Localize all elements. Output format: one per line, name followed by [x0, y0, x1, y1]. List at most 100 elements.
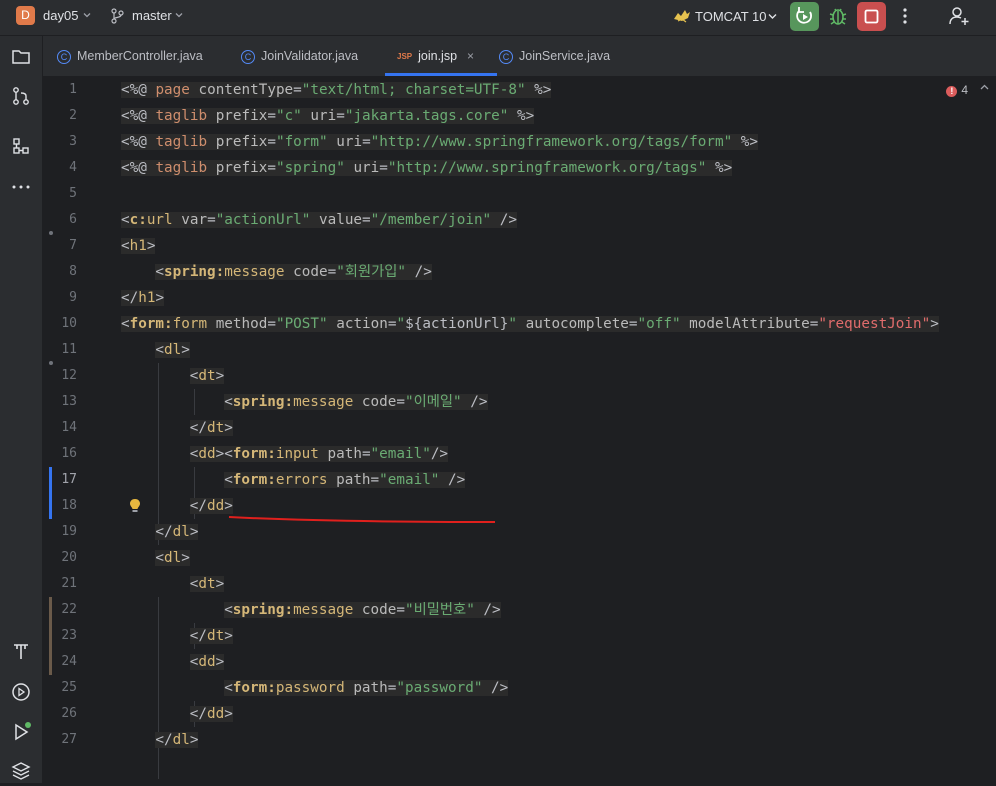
code-token: dt: [207, 420, 225, 436]
project-badge[interactable]: D: [16, 6, 35, 25]
code-line[interactable]: <%@ taglib prefix="c" uri="jakarta.tags.…: [121, 103, 535, 129]
code-line[interactable]: <%@ taglib prefix="form" uri="http://www…: [121, 129, 759, 155]
close-icon[interactable]: ×: [467, 49, 474, 63]
code-token: dd: [207, 706, 225, 722]
code-line[interactable]: </dt>: [189, 415, 233, 441]
line-number[interactable]: 20: [43, 550, 77, 565]
line-number[interactable]: 21: [43, 576, 77, 591]
code-token: <: [155, 264, 164, 280]
line-number[interactable]: 12: [43, 368, 77, 383]
code-token: "off": [637, 316, 681, 332]
code-line[interactable]: <c:url var="actionUrl" value="/member/jo…: [121, 207, 517, 233]
tab-joinservice[interactable]: C JoinService.java: [499, 36, 610, 76]
line-number[interactable]: 5: [43, 186, 77, 201]
tab-membercontroller[interactable]: C MemberController.java: [57, 36, 203, 76]
services-icon[interactable]: [10, 681, 32, 703]
code-editor[interactable]: ! 4 1 2 3 4 5 6 7 8 9 10 11 12 13 14 16 17 18 19 20 21 22 23 24…: [43, 77, 996, 783]
code-line[interactable]: <spring:message code="회원가입" />: [155, 259, 432, 285]
chevron-down-icon[interactable]: [767, 11, 778, 24]
code-token: %>: [706, 160, 733, 176]
line-number[interactable]: 8: [43, 264, 77, 279]
code-token: =: [628, 316, 638, 332]
structure-icon[interactable]: [10, 135, 32, 157]
code-line[interactable]: <dl>: [155, 337, 190, 363]
fold-marker[interactable]: [49, 361, 53, 365]
line-number[interactable]: 19: [43, 524, 77, 539]
code-line[interactable]: </dl>: [155, 519, 199, 545]
line-number[interactable]: 6: [43, 212, 77, 227]
code-line[interactable]: </h1>: [121, 285, 165, 311]
code-token: "회원가입": [336, 264, 407, 280]
project-name[interactable]: day05: [43, 8, 78, 23]
font-icon[interactable]: [10, 640, 32, 662]
lightbulb-icon[interactable]: [129, 498, 141, 514]
code-line[interactable]: </dl>: [155, 727, 199, 753]
line-number[interactable]: 11: [43, 342, 77, 357]
code-line[interactable]: <%@ page contentType="text/html; charset…: [121, 77, 552, 103]
line-number[interactable]: 14: [43, 420, 77, 435]
code-line[interactable]: <%@ taglib prefix="spring" uri="http://w…: [121, 155, 733, 181]
code-token: "${actionUrl}": [396, 316, 518, 332]
change-marker[interactable]: [49, 467, 52, 519]
code-token: />: [482, 680, 509, 696]
run-config-label[interactable]: TOMCAT 10: [695, 9, 767, 24]
error-count[interactable]: ! 4: [946, 83, 968, 97]
line-number[interactable]: 2: [43, 108, 77, 123]
code-token: />: [406, 264, 432, 280]
code-line[interactable]: </dt>: [189, 623, 233, 649]
stop-button[interactable]: [857, 2, 886, 31]
code-token: taglib: [155, 160, 208, 176]
run-icon[interactable]: [10, 721, 32, 743]
chevron-down-icon[interactable]: [174, 10, 184, 23]
line-number[interactable]: 13: [43, 394, 77, 409]
code-line[interactable]: <spring:message code="이메일" />: [224, 389, 488, 415]
fold-marker[interactable]: [49, 231, 53, 235]
line-number[interactable]: 16: [43, 446, 77, 461]
code-line[interactable]: <form:password path="password" />: [224, 675, 509, 701]
line-number[interactable]: 3: [43, 134, 77, 149]
folder-icon[interactable]: [10, 46, 32, 68]
code-line[interactable]: <h1>: [121, 233, 156, 259]
code-line[interactable]: <dt>: [189, 571, 225, 597]
add-user-icon[interactable]: [948, 5, 970, 27]
line-number[interactable]: 10: [43, 316, 77, 331]
line-number[interactable]: 7: [43, 238, 77, 253]
tab-joinvalidator[interactable]: C JoinValidator.java: [241, 36, 358, 76]
code-token: spring:message: [232, 394, 354, 410]
code-token: =: [327, 264, 337, 280]
tab-join-jsp[interactable]: JSP join.jsp ×: [385, 36, 497, 76]
code-line[interactable]: <spring:message code="비밀번호" />: [224, 597, 501, 623]
code-line[interactable]: <form:form method="POST" action="${actio…: [121, 311, 939, 337]
rerun-button[interactable]: [790, 2, 819, 31]
code-token: =: [336, 108, 345, 124]
code-line[interactable]: <dl>: [155, 545, 190, 571]
debug-icon[interactable]: [827, 4, 849, 28]
chevron-down-icon[interactable]: [82, 10, 92, 23]
tool-window-strip: [0, 36, 43, 783]
more-actions-icon[interactable]: [898, 4, 912, 28]
code-token: "POST": [275, 316, 328, 332]
branch-icon[interactable]: [110, 8, 124, 24]
line-number[interactable]: 26: [43, 706, 77, 721]
code-token: var: [172, 212, 208, 228]
commit-icon[interactable]: [10, 85, 32, 107]
code-token: prefix: [207, 160, 268, 176]
code-token: />: [430, 446, 449, 462]
line-number[interactable]: 1: [43, 82, 77, 97]
line-number[interactable]: 4: [43, 160, 77, 175]
code-token: path: [318, 446, 362, 462]
code-line[interactable]: <dt>: [189, 363, 225, 389]
change-marker[interactable]: [49, 597, 52, 675]
line-number[interactable]: 25: [43, 680, 77, 695]
more-icon[interactable]: [10, 176, 32, 198]
branch-name[interactable]: master: [132, 8, 172, 23]
line-number[interactable]: 9: [43, 290, 77, 305]
code-line[interactable]: <form:errors path="email" />: [224, 467, 466, 493]
line-number[interactable]: 27: [43, 732, 77, 747]
code-line[interactable]: <dd>: [189, 441, 225, 467]
layers-icon[interactable]: [10, 760, 32, 782]
chevron-up-icon[interactable]: [979, 82, 990, 95]
code-line[interactable]: </dd>: [189, 701, 233, 727]
code-line[interactable]: <form:input path="email"/>: [224, 441, 449, 467]
code-line[interactable]: <dd>: [189, 649, 225, 675]
